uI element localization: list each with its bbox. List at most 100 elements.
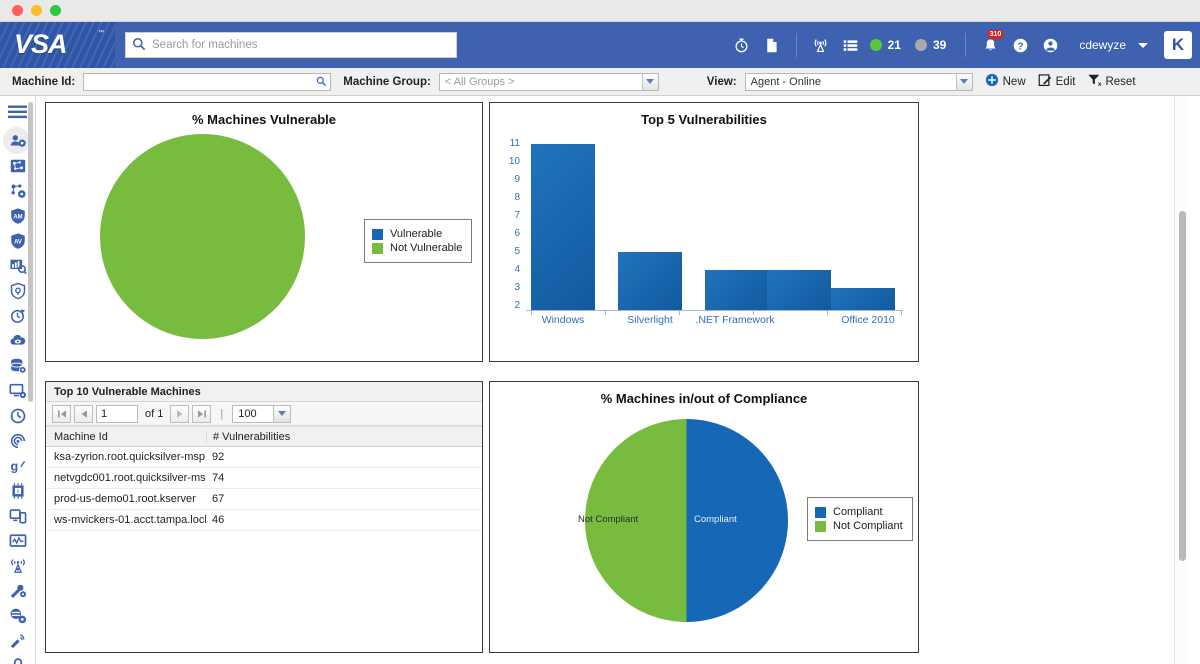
sidebar-item-time-tracking[interactable] [0, 403, 35, 428]
first-page-icon[interactable] [52, 405, 71, 423]
sidebar-item-service-desk[interactable]: g [0, 453, 35, 478]
table-row[interactable]: prod-us-demo01.root.kserver 67 [46, 489, 482, 510]
pie-machines-vulnerable[interactable] [100, 134, 305, 339]
chevron-down-icon[interactable] [1138, 43, 1148, 48]
bar-unlabeled[interactable] [767, 270, 831, 310]
legend-swatch-not-compliant [815, 521, 826, 532]
x-tick [827, 310, 828, 315]
machine-group-chevron-down-icon[interactable] [642, 74, 658, 90]
global-search[interactable] [125, 32, 457, 58]
sidebar-item-mobile[interactable] [0, 503, 35, 528]
view-chevron-down-icon[interactable] [956, 74, 972, 90]
svg-text:x: x [1098, 81, 1101, 87]
new-view-button[interactable]: New [985, 73, 1026, 90]
bell-icon[interactable]: 310 [975, 22, 1005, 68]
list-icon[interactable] [836, 22, 866, 68]
page-size-select[interactable]: 100 [232, 405, 291, 423]
x-category-label: .NET Framework [675, 314, 795, 326]
patch-clock-icon [9, 307, 27, 325]
table-row[interactable]: netvgdc001.root.quicksilver-msp 74 [46, 468, 482, 489]
content-scrollbar[interactable] [1174, 96, 1188, 664]
y-tick-label: 4 [504, 264, 520, 275]
table-header-row: Machine Id # Vulnerabilities [46, 426, 482, 447]
page-size-chevron-down-icon[interactable] [274, 405, 291, 423]
online-status[interactable]: 21 [870, 38, 907, 52]
close-window-button[interactable] [12, 5, 23, 16]
x-tick [531, 310, 532, 315]
svg-text:?: ? [1017, 41, 1023, 52]
username-label[interactable]: cdewyze [1079, 38, 1126, 52]
table-row[interactable]: ksa-zyrion.root.quicksilver-msp 92 [46, 447, 482, 468]
legend-item[interactable]: Not Vulnerable [372, 242, 462, 254]
y-tick-label: 9 [504, 174, 520, 185]
view-select[interactable]: Agent - Online [745, 73, 973, 91]
y-tick-label: 6 [504, 228, 520, 239]
zoom-window-button[interactable] [50, 5, 61, 16]
window-titlebar [0, 0, 1200, 22]
bar-net-framework[interactable] [705, 270, 769, 310]
sidebar-item-system[interactable] [0, 603, 35, 628]
filter-reset-icon: x [1087, 73, 1101, 90]
legend-label-not-compliant: Not Compliant [833, 520, 903, 532]
timer-icon[interactable] [727, 22, 757, 68]
broadcast-icon[interactable] [806, 22, 836, 68]
bar-office-2010[interactable] [831, 288, 895, 310]
kaseya-brand-mark[interactable]: K [1164, 31, 1192, 59]
online-count: 21 [888, 38, 901, 52]
sidebar-item-tools[interactable] [0, 578, 35, 603]
document-icon[interactable] [757, 22, 787, 68]
search-icon [132, 37, 146, 54]
y-tick-label: 7 [504, 210, 520, 221]
next-page-icon[interactable] [170, 405, 189, 423]
y-tick-label: 10 [504, 156, 520, 167]
legend-item[interactable]: Not Compliant [815, 520, 903, 532]
sidebar-scrollbar-thumb[interactable] [28, 102, 33, 402]
content-scrollbar-thumb[interactable] [1179, 211, 1186, 561]
minimize-window-button[interactable] [31, 5, 42, 16]
bar-silverlight[interactable] [618, 252, 682, 310]
sidebar-item-remote-sensor[interactable] [0, 553, 35, 578]
online-status-dot [870, 39, 882, 51]
vsa-logo-trademark: ™ [98, 30, 104, 36]
traffic-lights [12, 5, 61, 16]
sidebar-item-monitoring[interactable] [0, 528, 35, 553]
machine-group-select[interactable]: < All Groups > [439, 73, 659, 91]
help-icon[interactable]: ? [1005, 22, 1035, 68]
sidebar-item-network-monitor[interactable] [0, 428, 35, 453]
column-header-vulnerabilities[interactable]: # Vulnerabilities [206, 431, 294, 443]
bar-windows[interactable] [531, 144, 595, 310]
page-number-input[interactable]: 1 [96, 405, 138, 423]
column-header-machine-id[interactable]: Machine Id [46, 431, 206, 443]
network-discovery-icon [9, 157, 27, 175]
user-icon[interactable] [1035, 22, 1065, 68]
app-header: VSA ™ 21 39 [0, 22, 1200, 68]
edit-view-button[interactable]: Edit [1038, 73, 1076, 90]
sidebar-item-connect[interactable] [0, 628, 35, 653]
cell-vulnerabilities: 46 [206, 514, 294, 526]
legend-swatch-not-vulnerable [372, 243, 383, 254]
prev-page-icon[interactable] [74, 405, 93, 423]
sidebar-item-inventory[interactable]: i [0, 478, 35, 503]
monitor-gear-icon [9, 382, 27, 400]
last-page-icon[interactable] [192, 405, 211, 423]
pager-divider: | [220, 408, 223, 420]
sidebar-item-auth[interactable] [0, 653, 35, 664]
machine-id-search-icon[interactable] [312, 76, 330, 87]
header-divider-1 [796, 33, 797, 57]
search-input[interactable] [152, 39, 450, 51]
reset-view-label: Reset [1105, 76, 1135, 88]
table-row[interactable]: ws-mvickers-01.acct.tampa.lockheed-m 46 [46, 510, 482, 531]
legend-swatch-vulnerable [372, 229, 383, 240]
x-tick [605, 310, 606, 315]
panel-machines-compliance: % Machines in/out of Compliance Complian… [489, 381, 919, 653]
offline-status[interactable]: 39 [915, 38, 952, 52]
machine-id-field[interactable] [83, 73, 331, 91]
y-tick-label: 5 [504, 246, 520, 257]
legend-item[interactable]: Vulnerable [372, 228, 462, 240]
vsa-logo[interactable]: VSA ™ [0, 22, 115, 68]
svg-text:AV: AV [14, 239, 22, 245]
legend-item[interactable]: Compliant [815, 506, 903, 518]
legend-label-compliant: Compliant [833, 506, 883, 518]
reset-view-button[interactable]: x Reset [1087, 73, 1135, 90]
sensor-icon [9, 557, 27, 575]
